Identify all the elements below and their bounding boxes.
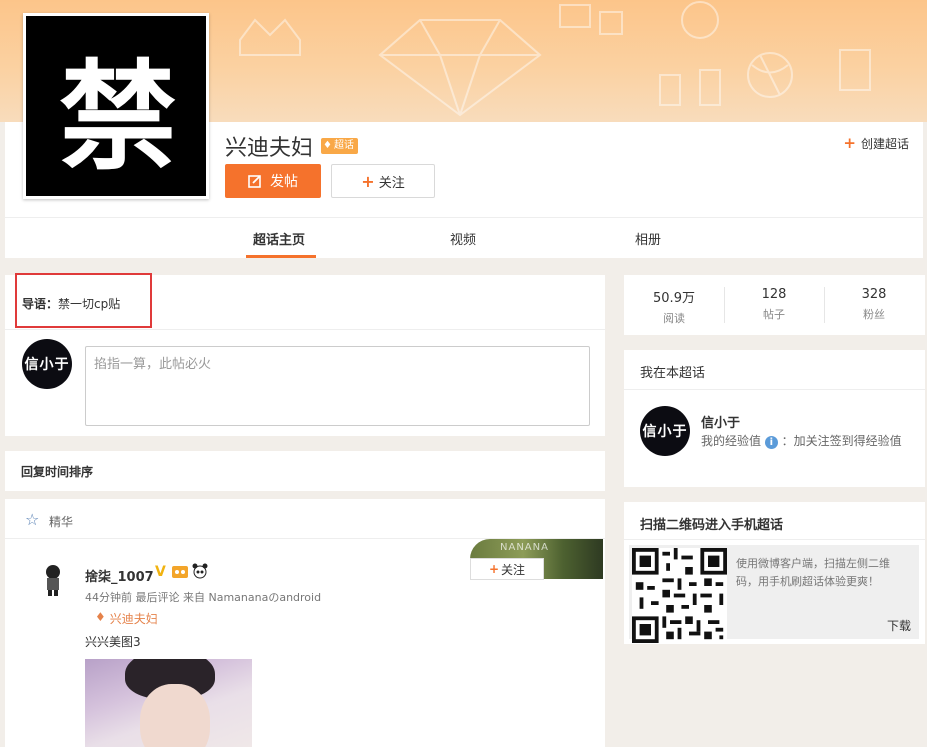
highlight-box bbox=[15, 273, 152, 328]
post-text: 兴兴美图3 bbox=[85, 635, 141, 649]
post-button-label: 发帖 bbox=[270, 174, 298, 190]
exp-tip: ：加关注签到得经验值 bbox=[781, 434, 902, 448]
tab-album[interactable]: 相册 bbox=[635, 229, 661, 248]
stat-label: 粉丝 bbox=[863, 308, 885, 321]
guide-card: 导语：禁一切cp贴 信小于 掐指一算，此帖必火 bbox=[5, 273, 605, 436]
post-topic-label: 兴迪夫妇 bbox=[109, 612, 158, 626]
stat-label: 阅读 bbox=[663, 312, 685, 325]
follow-user-button[interactable]: + 关注 bbox=[470, 558, 544, 580]
post-button[interactable]: 发帖 bbox=[225, 164, 321, 198]
diamond-icon: ♦ bbox=[95, 610, 106, 624]
stat-fans: 328 粉丝 bbox=[824, 287, 924, 322]
me-avatar[interactable]: 信小于 bbox=[640, 406, 690, 456]
me-experience: 我的经验值 i ：加关注签到得经验值 bbox=[701, 433, 911, 449]
follow-user-label: 关注 bbox=[501, 562, 526, 577]
plus-icon: + bbox=[843, 134, 856, 152]
super-topic-badge: ♦ 超话 bbox=[321, 138, 358, 154]
star-icon: ☆ bbox=[25, 510, 40, 529]
diamond-icon: ♦ bbox=[323, 140, 332, 151]
post-topic-tag[interactable]: ♦ 兴迪夫妇 bbox=[95, 610, 158, 627]
create-topic-link[interactable]: + 创建超话 bbox=[843, 134, 909, 152]
exp-label: 我的经验值 bbox=[701, 434, 762, 448]
topic-title: 兴迪夫妇 bbox=[225, 136, 314, 161]
plus-icon: + bbox=[361, 171, 375, 191]
cover-caption: NANANA bbox=[500, 542, 549, 553]
sort-bar: 回复时间排序 bbox=[5, 451, 605, 491]
plus-icon: + bbox=[488, 562, 500, 576]
edit-icon bbox=[248, 175, 261, 188]
post-meta: 44分钟前 最后评论 来自 Namananaのandroid bbox=[85, 591, 322, 604]
me-card-title: 我在本超话 bbox=[640, 366, 706, 381]
info-icon[interactable]: i bbox=[764, 436, 778, 449]
featured-filter[interactable]: 精华 bbox=[49, 513, 73, 530]
follow-button-label: 关注 bbox=[378, 175, 405, 191]
me-name[interactable]: 信小于 bbox=[701, 412, 740, 431]
follow-button[interactable]: + 关注 bbox=[331, 164, 435, 198]
stat-posts: 128 帖子 bbox=[724, 287, 824, 322]
photo-face bbox=[140, 684, 210, 747]
qr-card: 扫描二维码进入手机超话 使用微博客户端，扫描左侧二维码，用手机刷超话体验更爽！ … bbox=[624, 502, 925, 644]
current-user-avatar[interactable]: 信小于 bbox=[22, 339, 72, 389]
stat-value: 328 bbox=[861, 287, 887, 302]
create-topic-label: 创建超话 bbox=[860, 136, 909, 151]
level-badge-icon bbox=[171, 563, 189, 583]
compose-input[interactable]: 掐指一算，此帖必火 bbox=[85, 346, 590, 426]
divider bbox=[624, 389, 925, 390]
qr-code-icon bbox=[632, 548, 727, 643]
topic-avatar-image: 禁 bbox=[26, 16, 206, 196]
stat-label: 帖子 bbox=[763, 308, 785, 321]
stat-reads: 50.9万 阅读 bbox=[624, 287, 724, 326]
panda-icon bbox=[191, 563, 209, 583]
topic-stats-card: 50.9万 阅读 128 帖子 328 粉丝 bbox=[624, 275, 925, 335]
tabs-divider bbox=[5, 217, 923, 218]
qr-card-title: 扫描二维码进入手机超话 bbox=[640, 518, 784, 533]
qr-instructions: 使用微博客户端，扫描左侧二维码，用手机刷超话体验更爽！ bbox=[736, 557, 890, 588]
poster-avatar[interactable] bbox=[35, 561, 71, 597]
qr-panel: 使用微博客户端，扫描左侧二维码，用手机刷超话体验更爽！ 下载 bbox=[629, 545, 919, 643]
active-tab-indicator bbox=[246, 255, 316, 258]
stat-value: 50.9万 bbox=[653, 291, 695, 306]
poster-name[interactable]: 捨柒_1007 bbox=[85, 566, 154, 585]
feed-card: ☆ 精华 NANANA + 关注 捨柒_1007 V 44分钟前 最后评论 来自… bbox=[5, 499, 605, 747]
verified-icon: V bbox=[155, 564, 166, 580]
stat-value: 128 bbox=[761, 287, 787, 302]
tab-video[interactable]: 视频 bbox=[450, 229, 476, 248]
me-in-topic-card: 我在本超话 信小于 信小于 我的经验值 i ：加关注签到得经验值 bbox=[624, 350, 925, 487]
divider bbox=[624, 539, 925, 540]
feed-header: ☆ 精华 bbox=[5, 499, 605, 539]
topic-avatar: 禁 bbox=[23, 13, 209, 199]
download-link[interactable]: 下载 bbox=[887, 617, 911, 634]
divider bbox=[5, 329, 605, 330]
post-image[interactable] bbox=[85, 659, 252, 747]
sort-by-reply-time[interactable]: 回复时间排序 bbox=[21, 463, 93, 480]
badge-label: 超话 bbox=[333, 140, 354, 151]
anime-avatar-icon bbox=[46, 565, 60, 596]
tab-home[interactable]: 超话主页 bbox=[253, 229, 305, 248]
